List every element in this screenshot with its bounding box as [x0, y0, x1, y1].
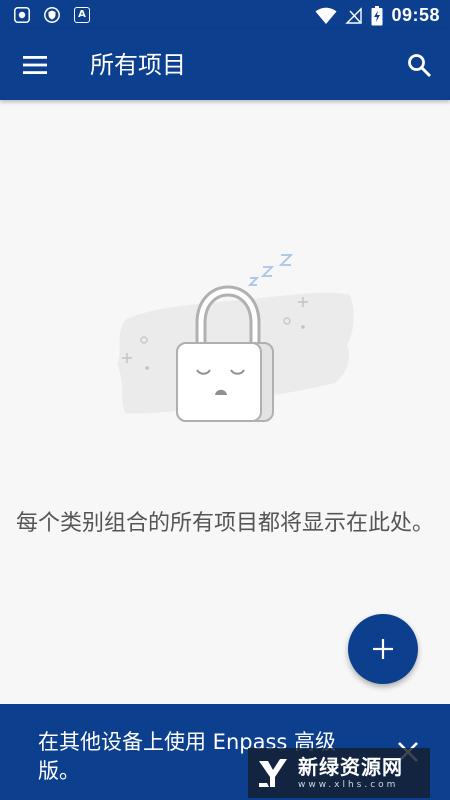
battery-charging-icon: [371, 5, 383, 25]
watermark-url: www.xlhs.com: [298, 780, 399, 790]
status-bar: A 09:58: [0, 0, 450, 30]
a-app-icon: A: [74, 7, 90, 23]
status-bar-notifications: A: [14, 7, 90, 23]
no-sim-icon: [345, 6, 363, 24]
page-title: 所有项目: [90, 51, 186, 79]
menu-button[interactable]: [20, 50, 50, 80]
hamburger-menu-icon: [23, 56, 47, 74]
wifi-icon: [315, 7, 337, 24]
plus-icon: [373, 639, 393, 659]
watermark-title: 新绿资源网: [298, 755, 403, 779]
search-icon: [408, 54, 432, 78]
sleeping-padlock-illustration: [117, 254, 354, 422]
app-bar: 所有项目: [0, 30, 450, 100]
watermark-logo-icon: [259, 759, 287, 787]
add-item-button[interactable]: [348, 614, 418, 684]
shield-app-icon: [44, 7, 60, 23]
vpn-key-icon: [14, 7, 30, 23]
status-time: 09:58: [391, 5, 440, 25]
search-button[interactable]: [404, 50, 434, 80]
empty-state-message: 每个类别组合的所有项目都将显示在此处。: [16, 511, 435, 536]
status-bar-system: 09:58: [315, 5, 440, 26]
watermark: 新绿资源网 www.xlhs.com: [248, 748, 430, 798]
